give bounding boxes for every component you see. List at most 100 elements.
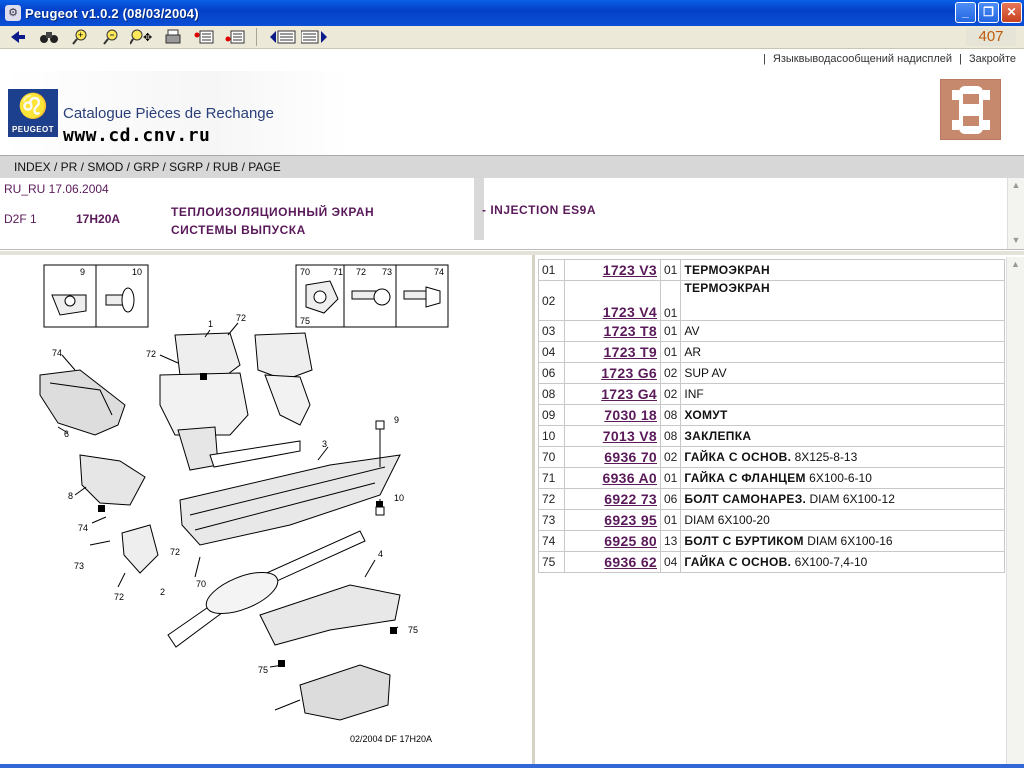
- part-number-link[interactable]: 6936 70: [604, 449, 657, 465]
- messages-language-link[interactable]: Языквыводасообщений надисплей: [773, 53, 952, 65]
- next-page-icon[interactable]: [301, 27, 327, 47]
- svg-text:70: 70: [196, 579, 206, 589]
- scroll-down-icon[interactable]: ▼: [1008, 233, 1024, 247]
- svg-text:9: 9: [80, 267, 85, 277]
- quantity-cell: 06: [659, 488, 681, 510]
- quantity-cell: 01: [659, 320, 681, 342]
- list-red-alt-icon[interactable]: [222, 27, 248, 47]
- close-button[interactable]: ✕: [1001, 2, 1022, 23]
- part-name: ЗАКЛЕПКА: [684, 429, 752, 443]
- description-cell: ТЕРМОЭКРАН: [680, 280, 1005, 321]
- print-icon[interactable]: [160, 27, 186, 47]
- part-number-link[interactable]: 1723 G4: [601, 386, 657, 402]
- scroll-up-icon[interactable]: ▲: [1008, 178, 1024, 192]
- part-number-link[interactable]: 6936 A0: [602, 470, 657, 486]
- quantity-cell: 02: [659, 383, 681, 405]
- part-number-link[interactable]: 1723 V3: [603, 262, 657, 278]
- vehicle-thumbnail-icon[interactable]: [940, 79, 1001, 140]
- ref-cell: 01: [538, 259, 565, 281]
- prev-page-icon[interactable]: [270, 27, 296, 47]
- table-row[interactable]: 75 6936 62 04 ГАЙКА С ОСНОВ. 6X100-7,4-10: [538, 551, 1005, 573]
- description-cell: AR: [680, 341, 1005, 363]
- zoom-in-icon[interactable]: +: [67, 27, 93, 47]
- part-spec: AR: [684, 345, 702, 359]
- part-spec: INF: [684, 387, 704, 401]
- part-number-cell: 6923 95: [564, 509, 661, 531]
- svg-text:10: 10: [394, 493, 404, 503]
- description-cell: AV: [680, 320, 1005, 342]
- quantity-cell: 02: [659, 446, 681, 468]
- description-cell: ГАЙКА С ОСНОВ. 8X125-8-13: [680, 446, 1005, 468]
- part-number-link[interactable]: 1723 T9: [604, 344, 657, 360]
- ref-cell: 70: [538, 446, 565, 468]
- part-spec: DIAM 6X100-16: [803, 534, 893, 548]
- ref-cell: 03: [538, 320, 565, 342]
- table-row[interactable]: 02 1723 V4 01 ТЕРМОЭКРАН: [538, 280, 1005, 321]
- peugeot-logo: ♌ PEUGEOT: [8, 89, 58, 137]
- table-row[interactable]: 72 6922 73 06 БОЛТ САМОНАРЕЗ. DIAM 6X100-12: [538, 488, 1005, 510]
- description-cell: БОЛТ С БУРТИКОМ DIAM 6X100-16: [680, 530, 1005, 552]
- table-row[interactable]: 09 7030 18 08 ХОМУТ: [538, 404, 1005, 426]
- maximize-button[interactable]: ❐: [978, 2, 999, 23]
- part-number-link[interactable]: 6922 73: [604, 491, 657, 507]
- table-row[interactable]: 70 6936 70 02 ГАЙКА С ОСНОВ. 8X125-8-13: [538, 446, 1005, 468]
- part-name: ГАЙКА С ФЛАНЦЕМ: [684, 471, 806, 485]
- svg-text:75: 75: [300, 316, 310, 326]
- part-number-link[interactable]: 1723 G6: [601, 365, 657, 381]
- description-cell: ЗАКЛЕПКА: [680, 425, 1005, 447]
- part-number-link[interactable]: 6923 95: [604, 512, 657, 528]
- description-cell: ТЕРМОЭКРАН: [680, 259, 1005, 281]
- catalogue-date: RU_RU 17.06.2004: [4, 182, 109, 196]
- part-number-cell: 1723 G4: [564, 383, 661, 405]
- back-arrow-icon[interactable]: [5, 27, 31, 47]
- svg-text:72: 72: [170, 547, 180, 557]
- quantity-cell: 01: [659, 509, 681, 531]
- svg-text:6: 6: [64, 429, 69, 439]
- part-number-link[interactable]: 7013 V8: [603, 428, 657, 444]
- part-number-cell: 1723 T8: [564, 320, 661, 342]
- ref-cell: 02: [538, 280, 565, 321]
- breadcrumb[interactable]: INDEX / PR / SMOD / GRP / SGRP / RUB / P…: [0, 155, 1024, 178]
- info-scrollbar[interactable]: ▲ ▼: [1007, 178, 1024, 249]
- link-separator: |: [762, 53, 766, 65]
- table-row[interactable]: 04 1723 T9 01 AR: [538, 341, 1005, 363]
- quantity-cell: 01: [659, 467, 681, 489]
- part-number-link[interactable]: 7030 18: [604, 407, 657, 423]
- svg-text:75: 75: [408, 625, 418, 635]
- parts-table: 01 1723 V3 01 ТЕРМОЭКРАН 02 1723 V4 01 ТЕРМОЭКР…: [538, 259, 1005, 573]
- description-cell: БОЛТ САМОНАРЕЗ. DIAM 6X100-12: [680, 488, 1005, 510]
- table-row[interactable]: 03 1723 T8 01 AV: [538, 320, 1005, 342]
- ref-cell: 74: [538, 530, 565, 552]
- list-red-icon[interactable]: [191, 27, 217, 47]
- part-number-link[interactable]: 6925 80: [604, 533, 657, 549]
- part-number-cell: 6936 62: [564, 551, 661, 573]
- close-link[interactable]: Закройте: [969, 53, 1016, 65]
- minimize-button[interactable]: _: [955, 2, 976, 23]
- ref-cell: 71: [538, 467, 565, 489]
- table-row[interactable]: 01 1723 V3 01 ТЕРМОЭКРАН: [538, 259, 1005, 281]
- part-number-link[interactable]: 6936 62: [604, 554, 657, 570]
- binoculars-icon[interactable]: [36, 27, 62, 47]
- table-row[interactable]: 08 1723 G4 02 INF: [538, 383, 1005, 405]
- part-name: ГАЙКА С ОСНОВ.: [684, 555, 792, 569]
- zoom-out-icon[interactable]: [98, 27, 124, 47]
- description-cell: ГАЙКА С ОСНОВ. 6X100-7,4-10: [680, 551, 1005, 573]
- exploded-diagram[interactable]: 9 10 70 71 72 73 74 75 1 72 72 74 68 74 73 72 2 …: [0, 255, 535, 767]
- table-row[interactable]: 71 6936 A0 01 ГАЙКА С ФЛАНЦЕМ 6X100-6-10: [538, 467, 1005, 489]
- quantity-cell: 01: [659, 280, 681, 321]
- part-number-link[interactable]: 1723 T8: [604, 323, 657, 339]
- part-number-link[interactable]: 1723 V4: [603, 304, 657, 320]
- svg-text:74: 74: [52, 348, 62, 358]
- scroll-up-icon[interactable]: ▲: [1007, 257, 1024, 271]
- table-row[interactable]: 73 6923 95 01 DIAM 6X100-20: [538, 509, 1005, 531]
- page-description: ТЕПЛОИЗОЛЯЦИОННЫЙ ЭКРАН СИСТЕМЫ ВЫПУСКА: [171, 203, 374, 239]
- table-row[interactable]: 74 6925 80 13 БОЛТ С БУРТИКОМ DIAM 6X100-16: [538, 530, 1005, 552]
- svg-text:75: 75: [258, 665, 268, 675]
- ref-cell: 06: [538, 362, 565, 384]
- table-row[interactable]: 10 7013 V8 08 ЗАКЛЕПКА: [538, 425, 1005, 447]
- zoom-move-icon[interactable]: ✥: [129, 27, 155, 47]
- part-spec: AV: [684, 324, 700, 338]
- model-code: D2F 1: [4, 212, 37, 226]
- parts-scrollbar[interactable]: ▲: [1006, 257, 1024, 767]
- table-row[interactable]: 06 1723 G6 02 SUP AV: [538, 362, 1005, 384]
